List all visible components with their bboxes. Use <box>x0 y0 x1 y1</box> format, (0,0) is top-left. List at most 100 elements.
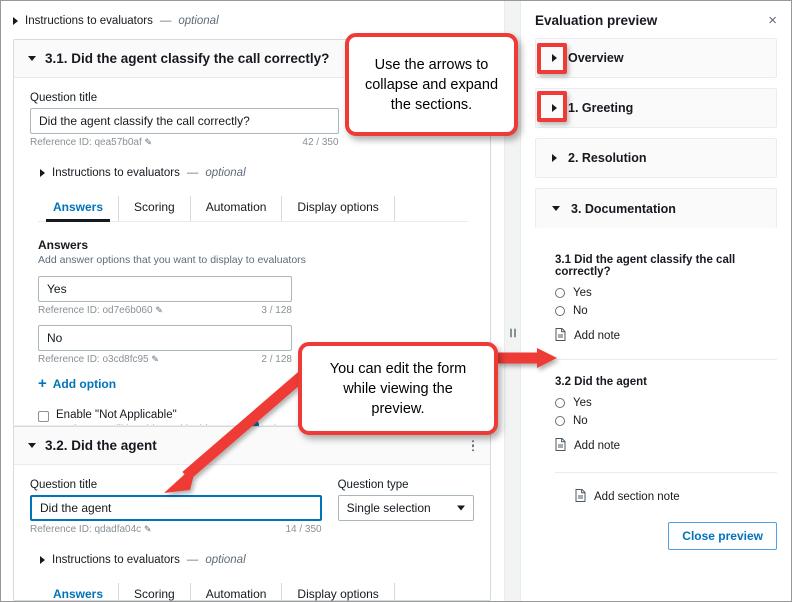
preview-add-section-note[interactable]: Add section note <box>575 489 777 505</box>
question-3-2-title: 3.2. Did the agent <box>45 438 157 453</box>
answer-option-input-2[interactable] <box>38 325 292 351</box>
preview-section-greeting[interactable]: 1. Greeting <box>535 88 777 128</box>
chevron-right-icon <box>13 17 18 25</box>
preview-radio-3-2-yes[interactable]: Yes <box>555 397 777 409</box>
reference-id-3-1: Reference ID: qea57b0af ✎ <box>30 137 152 148</box>
instructions-dash: — <box>187 554 199 566</box>
question-type-value-3-2: Single selection <box>347 501 431 515</box>
question-3-2-tabs: Answers Scoring Automation Display optio… <box>38 583 468 601</box>
radio-icon[interactable] <box>555 288 565 298</box>
instructions-optional: optional <box>178 15 218 27</box>
note-document-icon <box>555 438 566 454</box>
instructions-label: Instructions to evaluators <box>52 167 180 179</box>
tab-answers-3-2[interactable]: Answers <box>38 583 119 601</box>
splitter-drag-handle-icon[interactable] <box>510 329 516 338</box>
answer-option-input-1[interactable] <box>38 276 292 302</box>
chevron-down-icon[interactable] <box>552 206 560 211</box>
preview-radio-3-1-yes[interactable]: Yes <box>555 287 777 299</box>
highlight-greeting-arrow <box>537 91 567 122</box>
question-type-select-3-2[interactable]: Single selection <box>338 495 474 521</box>
preview-radio-3-1-yes-label: Yes <box>573 287 592 299</box>
question-3-2-overflow-menu[interactable] <box>472 440 475 452</box>
preview-section-divider <box>555 472 777 473</box>
question-3-1-instructions-toggle[interactable]: Instructions to evaluators — optional <box>30 164 474 182</box>
preview-title: Evaluation preview <box>535 13 657 28</box>
callout-collapse-expand: Use the arrows to collapse and expand th… <box>345 33 518 136</box>
close-icon[interactable]: × <box>768 15 777 27</box>
preview-section-documentation-label: 3. Documentation <box>571 202 676 216</box>
chevron-right-icon <box>40 556 45 564</box>
edit-pencil-icon[interactable]: ✎ <box>151 354 159 364</box>
chevron-down-icon <box>457 506 465 511</box>
char-count-3-2: 14 / 350 <box>285 524 321 535</box>
note-document-icon <box>555 328 566 344</box>
edit-pencil-icon[interactable]: ✎ <box>144 524 152 534</box>
instructions-dash: — <box>160 15 172 27</box>
instructions-optional: optional <box>205 554 245 566</box>
chevron-down-icon[interactable] <box>28 443 36 448</box>
preview-radio-3-1-no-label: No <box>573 305 588 317</box>
preview-add-section-note-label: Add section note <box>594 491 680 503</box>
instructions-label: Instructions to evaluators <box>25 15 153 27</box>
preview-section-overview-label: Overview <box>568 51 624 65</box>
preview-header: Evaluation preview × <box>521 1 791 38</box>
preview-radio-3-2-yes-label: Yes <box>573 397 592 409</box>
tab-automation-3-2[interactable]: Automation <box>191 583 283 601</box>
plus-icon: + <box>38 378 47 390</box>
close-preview-button[interactable]: Close preview <box>668 522 777 550</box>
preview-radio-3-1-no[interactable]: No <box>555 305 777 317</box>
chevron-right-icon[interactable] <box>552 154 557 162</box>
callout-edit-while-preview: You can edit the form while viewing the … <box>298 342 498 435</box>
app-window: Instructions to evaluators — optional 3.… <box>0 0 792 602</box>
chevron-down-icon[interactable] <box>28 56 36 61</box>
question-type-label-3-2: Question type <box>338 479 474 491</box>
question-title-input-3-1[interactable] <box>30 108 339 134</box>
radio-icon[interactable] <box>555 398 565 408</box>
edit-pencil-icon[interactable]: ✎ <box>155 305 163 315</box>
preview-section-overview[interactable]: Overview <box>535 38 777 78</box>
preview-add-note-3-2[interactable]: Add note <box>555 438 777 454</box>
tab-scoring-3-2[interactable]: Scoring <box>119 583 191 601</box>
preview-section-documentation[interactable]: 3. Documentation <box>535 188 777 228</box>
char-count-3-1: 42 / 350 <box>302 137 338 148</box>
radio-icon[interactable] <box>555 306 565 316</box>
add-option-label: Add option <box>53 377 116 391</box>
chevron-right-icon <box>40 169 45 177</box>
preview-question-3-1-title: 3.1 Did the agent classify the call corr… <box>555 254 777 278</box>
answers-heading-3-1: Answers <box>38 238 474 252</box>
answer-option-2-char-count: 2 / 128 <box>261 354 292 365</box>
preview-section-resolution-label: 2. Resolution <box>568 151 646 165</box>
question-3-2-instructions-toggle[interactable]: Instructions to evaluators — optional <box>30 551 474 569</box>
preview-section-greeting-label: 1. Greeting <box>568 101 633 115</box>
checkbox-icon[interactable] <box>38 411 49 422</box>
answers-subtitle-3-1: Add answer options that you want to disp… <box>38 254 474 266</box>
reference-id-3-2: Reference ID: qdadfa04c ✎ <box>30 524 152 535</box>
edit-pencil-icon[interactable]: ✎ <box>145 137 153 147</box>
tab-automation-3-1[interactable]: Automation <box>191 196 283 222</box>
preview-add-note-3-1[interactable]: Add note <box>555 328 777 344</box>
preview-radio-3-2-no-label: No <box>573 415 588 427</box>
question-title-input-3-2[interactable] <box>30 495 322 521</box>
tab-display-options-3-2[interactable]: Display options <box>282 583 394 601</box>
question-3-1-tabs: Answers Scoring Automation Display optio… <box>38 196 468 222</box>
answer-option-2-reference-id: Reference ID: o3cd8fc95 ✎ <box>38 354 159 365</box>
instructions-optional: optional <box>205 167 245 179</box>
preview-radio-3-2-no[interactable]: No <box>555 415 777 427</box>
preview-section-resolution[interactable]: 2. Resolution <box>535 138 777 178</box>
answer-option-1-char-count: 3 / 128 <box>261 305 292 316</box>
question-title-label-3-2: Question title <box>30 479 322 491</box>
preview-question-divider <box>555 359 777 360</box>
highlight-overview-arrow <box>537 43 567 74</box>
tab-scoring-3-1[interactable]: Scoring <box>119 196 191 222</box>
instructions-dash: — <box>187 167 199 179</box>
tab-display-options-3-1[interactable]: Display options <box>282 196 394 222</box>
preview-question-3-2-title: 3.2 Did the agent <box>555 376 777 388</box>
question-card-3-2: 3.2. Did the agent Question title Refere… <box>13 426 491 601</box>
preview-add-note-3-2-label: Add note <box>574 440 620 452</box>
instructions-label: Instructions to evaluators <box>52 554 180 566</box>
question-title-label-3-1: Question title <box>30 92 339 104</box>
radio-icon[interactable] <box>555 416 565 426</box>
note-document-icon <box>575 489 586 505</box>
answer-option-1-reference-id: Reference ID: od7e6b060 ✎ <box>38 305 163 316</box>
section-instructions-toggle[interactable]: Instructions to evaluators — optional <box>1 12 219 30</box>
